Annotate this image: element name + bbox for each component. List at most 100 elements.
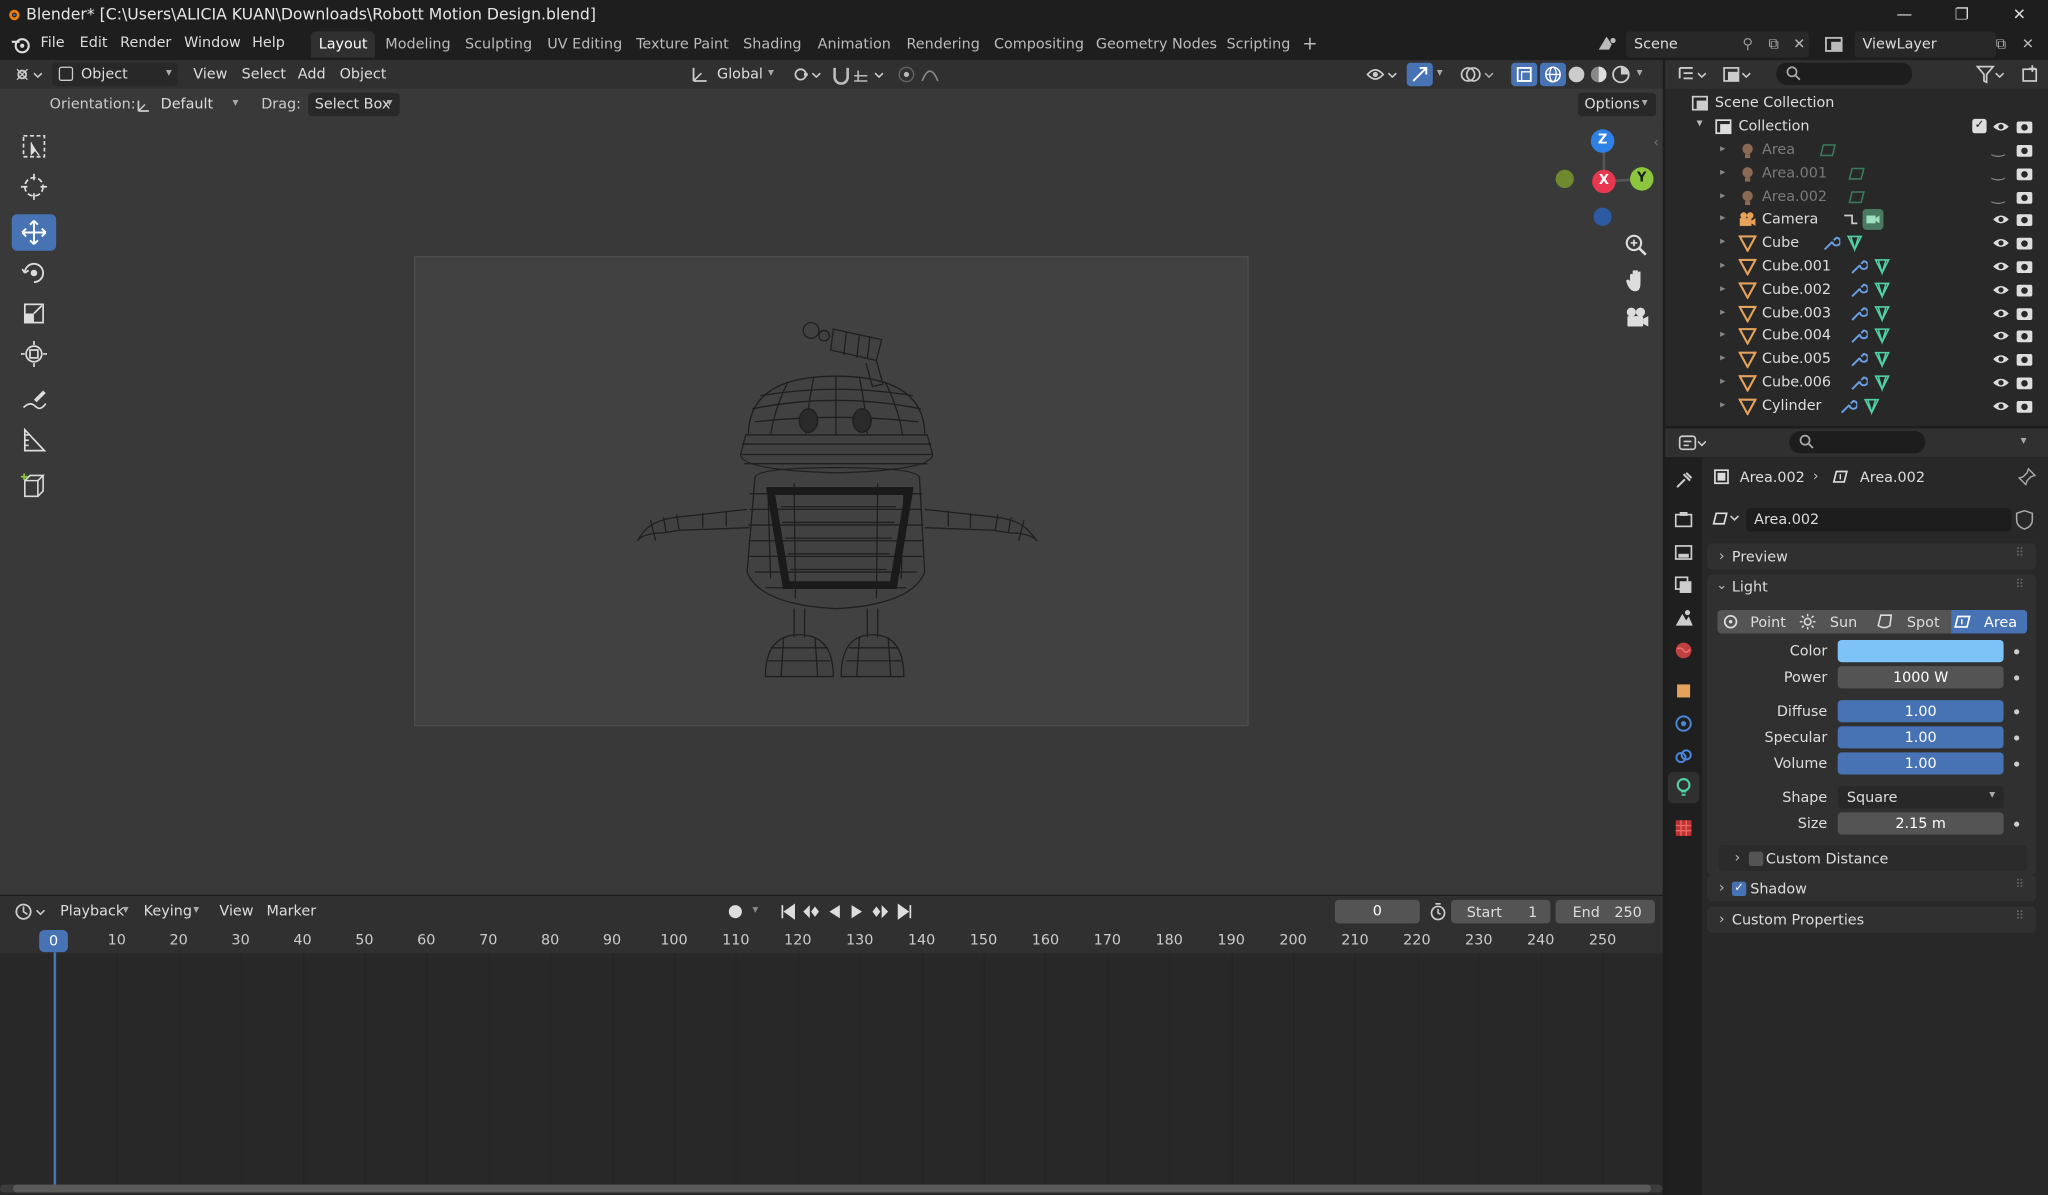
- snap-icon[interactable]: [831, 64, 852, 85]
- outliner-collection[interactable]: ▾ Collection ✓: [1665, 115, 2037, 139]
- menu-help[interactable]: Help: [252, 34, 285, 51]
- view-layer-tab-icon[interactable]: [1671, 572, 1697, 598]
- mesh-data-icon[interactable]: [1873, 304, 1891, 323]
- pin-icon[interactable]: [2017, 467, 2037, 486]
- outliner-scene-collection[interactable]: Scene Collection: [1665, 91, 2037, 115]
- visibility-eye-icon[interactable]: [1992, 257, 2010, 275]
- outliner-item[interactable]: ▸ Cube.003: [1665, 301, 2037, 325]
- light-datablock-name-field[interactable]: Area.002: [1746, 508, 2012, 532]
- drag-handle-icon[interactable]: ⠿: [2015, 579, 2024, 592]
- render-camera-icon[interactable]: [2015, 304, 2033, 322]
- menu-marker[interactable]: Marker: [260, 900, 323, 924]
- tool-tab-icon[interactable]: [1671, 468, 1697, 494]
- expand-arrow-icon[interactable]: ›: [1719, 547, 1725, 564]
- rotate-tool[interactable]: [12, 255, 56, 292]
- new-collection-icon[interactable]: [2019, 64, 2040, 85]
- light-data-icon[interactable]: [1848, 164, 1866, 182]
- add-workspace-button[interactable]: +: [1294, 31, 1325, 57]
- hidden-eye-icon[interactable]: ‿: [1992, 138, 2005, 156]
- modifier-wrench-icon[interactable]: [1839, 397, 1858, 415]
- move-tool[interactable]: [11, 214, 57, 251]
- pivot-point-icon[interactable]: [792, 64, 823, 85]
- constraint-icon[interactable]: [1842, 211, 1860, 229]
- show-gizmo-icon[interactable]: [1406, 62, 1433, 87]
- power-field[interactable]: 1000 W: [1837, 666, 2004, 689]
- expand-arrow-icon[interactable]: ›: [1719, 879, 1725, 896]
- modifier-wrench-icon[interactable]: [1849, 350, 1868, 368]
- tab-compositing[interactable]: Compositing: [986, 31, 1092, 57]
- add-cube-tool[interactable]: [12, 468, 56, 505]
- keyframe-dot[interactable]: [2014, 675, 2020, 681]
- specular-slider[interactable]: 1.00: [1837, 726, 2004, 749]
- object-tab-icon[interactable]: [1671, 678, 1697, 704]
- visibility-eye-icon[interactable]: [1992, 327, 2010, 345]
- render-camera-icon[interactable]: [2015, 374, 2033, 392]
- menu-view[interactable]: View: [187, 63, 234, 87]
- render-camera-icon[interactable]: [2015, 141, 2033, 159]
- play-reverse-icon[interactable]: [825, 903, 843, 921]
- wireframe-shading-icon[interactable]: [1539, 62, 1567, 87]
- hidden-eye-icon[interactable]: ‿: [1992, 185, 2005, 203]
- custom-distance-checkbox[interactable]: [1748, 851, 1764, 866]
- size-field[interactable]: 2.15 m: [1837, 812, 2004, 835]
- light-type-spot[interactable]: Spot: [1907, 614, 1940, 631]
- scene-tab-icon[interactable]: [1671, 605, 1697, 631]
- volume-slider[interactable]: 1.00: [1837, 752, 2004, 775]
- drag-handle-icon[interactable]: ⠿: [2015, 879, 2024, 892]
- visibility-eye-icon[interactable]: [1992, 234, 2010, 252]
- close-window-button[interactable]: ✕: [1991, 0, 2048, 29]
- properties-editor-type-icon[interactable]: [1677, 432, 1708, 453]
- jump-to-start-icon[interactable]: [778, 903, 796, 921]
- gizmo-x-axis[interactable]: X: [1592, 169, 1616, 194]
- chevron-down-icon[interactable]: ▾: [1437, 67, 1443, 80]
- exclude-checkbox[interactable]: ✓: [1972, 118, 1987, 134]
- visibility-eye-icon[interactable]: [1992, 350, 2010, 368]
- cursor-tool[interactable]: [12, 168, 56, 205]
- menu-timeline-view[interactable]: View: [213, 900, 260, 924]
- jump-to-end-icon[interactable]: [896, 903, 914, 921]
- outliner-item[interactable]: ▸ Area.001 ‿: [1665, 162, 2037, 186]
- expand-arrow-icon[interactable]: ▸: [1720, 282, 1725, 294]
- render-camera-icon[interactable]: [2015, 397, 2033, 415]
- physics-tab-icon[interactable]: [1671, 711, 1697, 737]
- modifier-wrench-icon[interactable]: [1849, 374, 1868, 392]
- gizmo-z-axis[interactable]: Z: [1590, 129, 1615, 153]
- menu-playback[interactable]: Playback: [54, 900, 131, 924]
- tab-uv-editing[interactable]: UV Editing: [539, 31, 630, 57]
- outliner-editor-type-icon[interactable]: [1677, 64, 1708, 85]
- camera-data-icon[interactable]: [1862, 209, 1884, 231]
- auto-keying-record-icon[interactable]: [728, 905, 742, 919]
- render-camera-icon[interactable]: [2015, 211, 2033, 229]
- texture-tab-icon[interactable]: [1671, 815, 1697, 841]
- mesh-data-icon[interactable]: [1873, 257, 1891, 276]
- expand-arrow-icon[interactable]: ▸: [1720, 398, 1725, 410]
- filter-icon[interactable]: [1975, 64, 2006, 85]
- robot-wireframe-model[interactable]: [624, 311, 1055, 690]
- menu-add[interactable]: Add: [291, 63, 332, 87]
- camera-view-icon[interactable]: [1624, 304, 1650, 330]
- outliner-item[interactable]: ▸ Cube.006: [1665, 371, 2037, 395]
- light-type-sun[interactable]: Sun: [1830, 614, 1857, 631]
- expand-arrow-icon[interactable]: ▸: [1720, 142, 1725, 154]
- visibility-eye-icon[interactable]: [1992, 397, 2010, 415]
- expand-arrow-icon[interactable]: ▸: [1720, 259, 1725, 271]
- current-frame-field[interactable]: 0: [1334, 899, 1420, 924]
- transform-orientation-dropdown[interactable]: Global: [711, 63, 770, 87]
- fake-user-shield-icon[interactable]: [2015, 509, 2034, 530]
- light-data-icon[interactable]: [1848, 188, 1866, 206]
- material-preview-icon[interactable]: [1590, 65, 1608, 83]
- tab-animation[interactable]: Animation: [810, 31, 899, 57]
- chevron-down-icon[interactable]: ▾: [1637, 67, 1643, 80]
- render-camera-icon[interactable]: [2015, 188, 2033, 206]
- visibility-eye-icon[interactable]: [1992, 281, 2010, 299]
- mesh-data-icon[interactable]: [1873, 350, 1891, 369]
- expand-arrow-icon[interactable]: ▾: [1697, 118, 1703, 131]
- visibility-eye-icon[interactable]: [1992, 374, 2010, 392]
- scale-tool[interactable]: [12, 295, 56, 332]
- outliner-item[interactable]: ▸ Cube.004: [1665, 324, 2037, 348]
- jump-to-keyframe-back-icon[interactable]: [801, 903, 822, 921]
- visibility-eye-icon[interactable]: [1992, 304, 2010, 322]
- scene-name-field[interactable]: Scene: [1626, 31, 1809, 58]
- drag-handle-icon[interactable]: ⠿: [2015, 547, 2024, 560]
- select-box-tool[interactable]: [12, 128, 56, 165]
